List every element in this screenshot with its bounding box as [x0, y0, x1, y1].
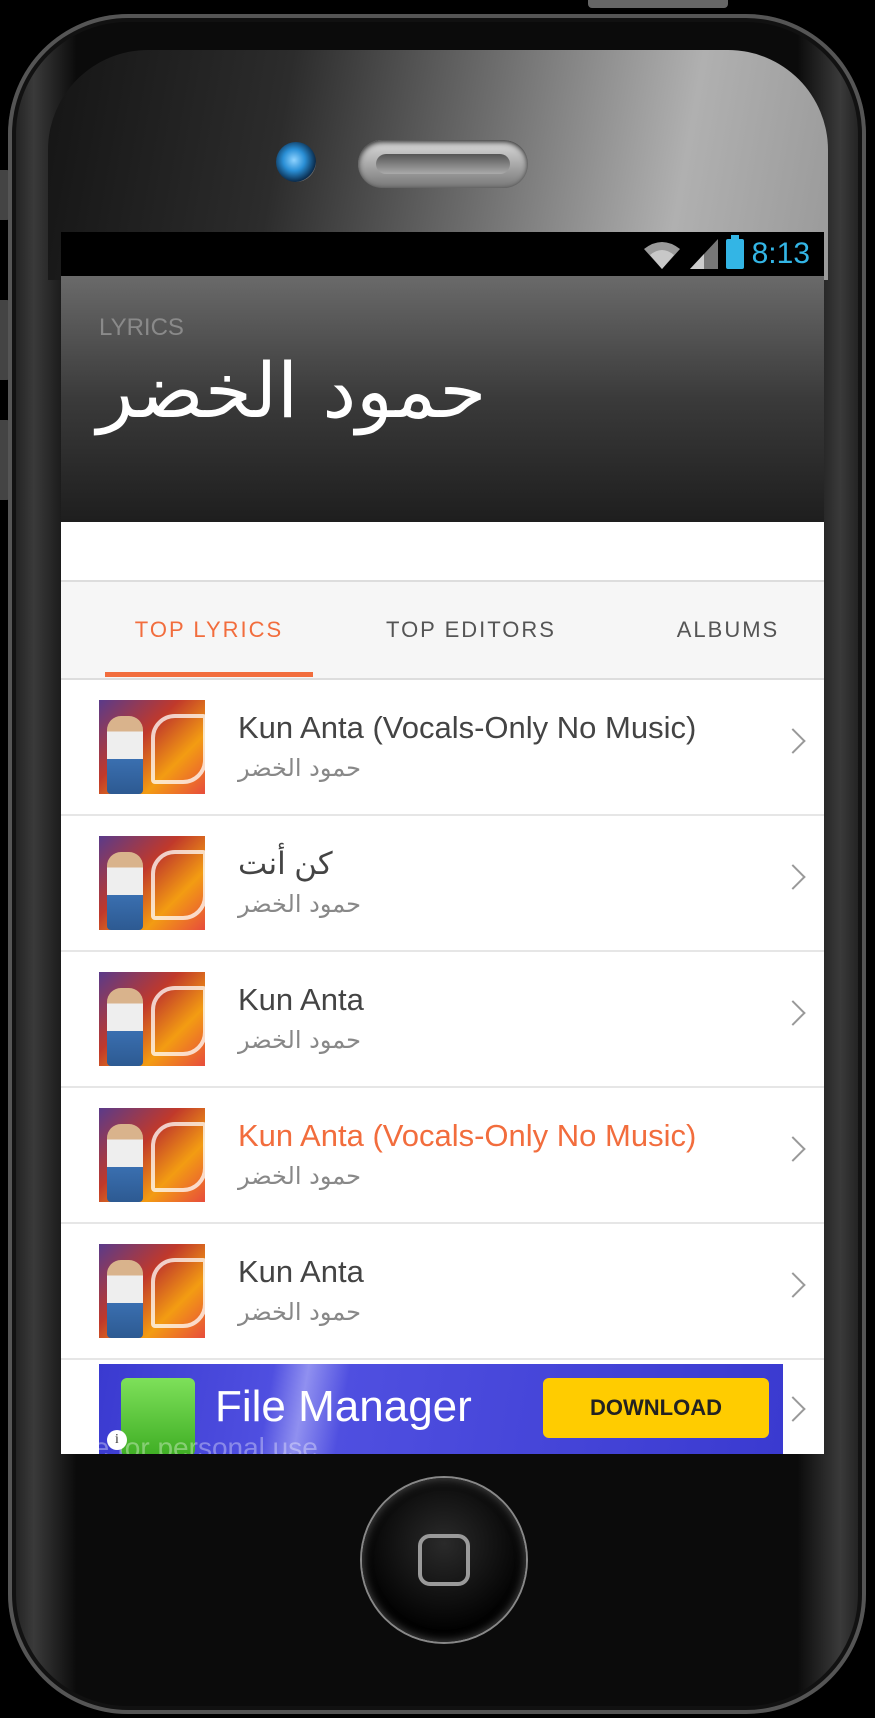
chevron-right-icon	[780, 728, 806, 754]
list-item[interactable]: كن أنت حمود الخضر	[61, 816, 824, 952]
download-button[interactable]: DOWNLOAD	[543, 1378, 769, 1438]
home-button[interactable]	[362, 1478, 526, 1642]
phone-frame: 8:13 LYRICS حمود الخضر TOP LYRICS TOP ED…	[0, 0, 875, 1718]
earpiece-speaker	[358, 140, 528, 188]
status-bar: 8:13	[61, 232, 824, 276]
album-cover	[99, 836, 205, 930]
song-list: Kun Anta (Vocals-Only No Music) حمود الخ…	[61, 680, 824, 1454]
header-spacer	[61, 522, 824, 582]
battery-icon	[725, 235, 744, 269]
list-item[interactable]: Kun Anta حمود الخضر	[61, 952, 824, 1088]
song-artist: حمود الخضر	[238, 890, 361, 918]
page-title: حمود الخضر	[97, 346, 487, 435]
active-tab-indicator	[105, 672, 313, 677]
header-label: LYRICS	[99, 314, 184, 341]
album-cover	[99, 700, 205, 794]
signal-icon	[689, 239, 718, 269]
list-item[interactable]: Kun Anta (Vocals-Only No Music) حمود الخ…	[61, 680, 824, 816]
song-title: Kun Anta	[238, 1254, 364, 1289]
tab-bar: TOP LYRICS TOP EDITORS ALBUMS	[61, 582, 824, 680]
song-title: Kun Anta (Vocals-Only No Music)	[238, 1118, 697, 1153]
album-cover	[99, 1244, 205, 1338]
chevron-right-icon	[780, 1136, 806, 1162]
chevron-right-icon	[780, 1000, 806, 1026]
song-artist: حمود الخضر	[238, 1298, 361, 1326]
wifi-icon	[643, 242, 680, 269]
song-artist: حمود الخضر	[238, 1162, 361, 1190]
watermark-text: free for personal use	[61, 1432, 318, 1454]
home-square-icon	[418, 1534, 470, 1586]
chevron-right-icon	[780, 864, 806, 890]
chevron-right-icon	[780, 1396, 806, 1422]
list-item[interactable]: Kun Anta حمود الخضر	[61, 1224, 824, 1360]
status-time: 8:13	[751, 237, 810, 270]
song-artist: حمود الخضر	[238, 1026, 361, 1054]
song-title: Kun Anta (Vocals-Only No Music)	[238, 710, 697, 745]
ad-title: File Manager	[215, 1382, 472, 1431]
song-artist: حمود الخضر	[238, 754, 361, 782]
power-button	[588, 0, 728, 8]
tab-top-editors[interactable]: TOP EDITORS	[361, 582, 581, 678]
tab-top-lyrics[interactable]: TOP LYRICS	[105, 582, 313, 678]
list-item[interactable]: Kun Anta (Vocals-Only No Music) حمود الخ…	[61, 1088, 824, 1224]
song-title: Kun Anta	[238, 982, 364, 1017]
front-camera-icon	[276, 142, 316, 182]
app-header: LYRICS حمود الخضر	[61, 276, 824, 522]
chevron-right-icon	[780, 1272, 806, 1298]
album-cover	[99, 972, 205, 1066]
tab-albums[interactable]: ALBUMS	[653, 582, 803, 678]
app-screen: 8:13 LYRICS حمود الخضر TOP LYRICS TOP ED…	[61, 232, 824, 1454]
song-title: كن أنت	[238, 846, 333, 881]
album-cover	[99, 1108, 205, 1202]
ad-row[interactable]: File Manager DOWNLOAD i free for persona…	[61, 1360, 824, 1454]
